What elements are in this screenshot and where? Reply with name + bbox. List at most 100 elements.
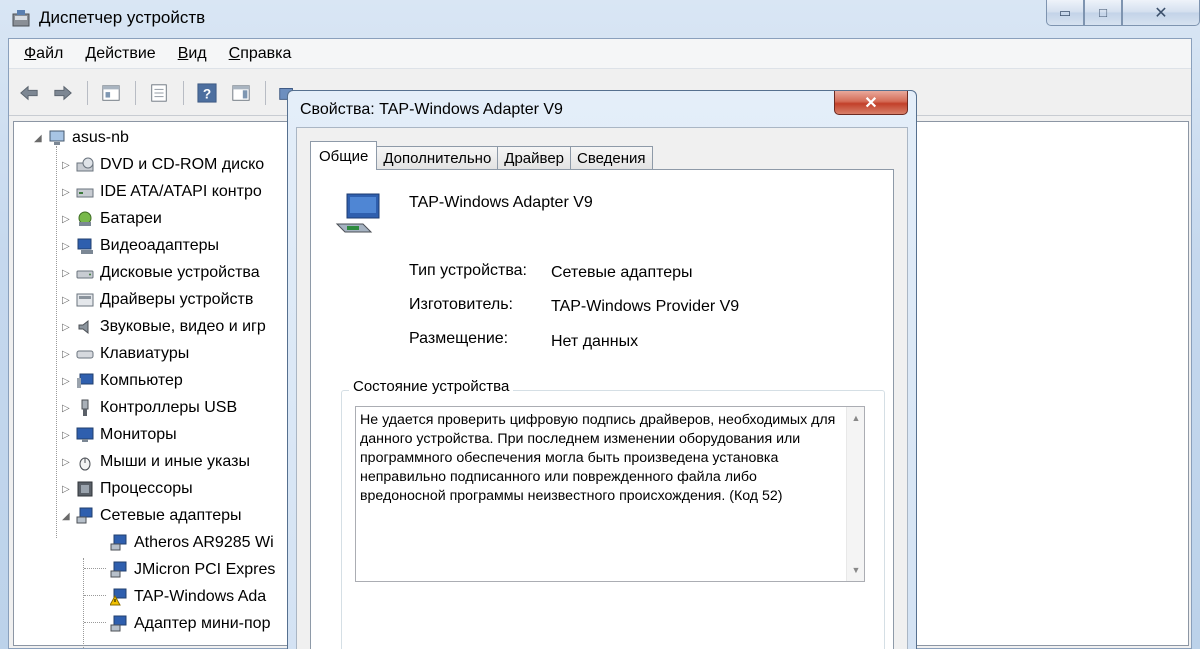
tree-guide-line: [84, 622, 106, 623]
monitor-icon: [76, 427, 94, 442]
computer-icon: [49, 130, 65, 145]
toolbar-separator: [135, 81, 136, 105]
tree-item-label: Видеоадаптеры: [100, 237, 219, 254]
device-type-value: Сетевые адаптеры: [551, 264, 693, 281]
network-adapter-icon: [110, 561, 127, 578]
tree-child-miniport[interactable]: Адаптер мини-пор: [110, 612, 270, 636]
tree-item-label: Клавиатуры: [100, 345, 190, 362]
menu-file[interactable]: Файл: [24, 45, 63, 63]
tree-item-keyboard[interactable]: ▷ Клавиатуры: [62, 342, 189, 366]
toolbar-separator: [87, 81, 88, 105]
tree-item-label: Звуковые, видео и игр: [100, 318, 266, 335]
device-manager-icon: [12, 10, 30, 27]
tree-child-jmicron[interactable]: JMicron PCI Expres: [110, 558, 275, 582]
help-icon[interactable]: ?: [195, 82, 219, 104]
dialog-body: Общие Дополнительно Драйвер Сведения TAP…: [296, 127, 908, 649]
collapse-icon[interactable]: ◢: [62, 511, 76, 522]
scroll-up-icon[interactable]: ▲: [847, 409, 865, 427]
window-title: Диспетчер устройств: [39, 8, 206, 27]
expand-icon[interactable]: ▷: [62, 268, 76, 279]
scroll-down-icon[interactable]: ▼: [847, 561, 865, 579]
toolbar-separator: [183, 81, 184, 105]
tree-item-monitors[interactable]: ▷ Мониторы: [62, 423, 177, 447]
expand-icon[interactable]: ▷: [62, 322, 76, 333]
back-icon[interactable]: [17, 82, 41, 104]
tree-item-label: Контроллеры USB: [100, 399, 238, 416]
expand-icon[interactable]: ▷: [62, 484, 76, 495]
expand-icon[interactable]: ▷: [62, 187, 76, 198]
tree-item-label: Дисковые устройства: [100, 264, 260, 281]
expand-icon[interactable]: ▷: [62, 214, 76, 225]
menu-bar: Файл Действие Вид Справка: [9, 39, 1191, 69]
expand-icon[interactable]: ▷: [62, 241, 76, 252]
tree-child-label: JMicron PCI Expres: [134, 561, 276, 578]
expand-icon[interactable]: ▷: [62, 403, 76, 414]
tab-advanced[interactable]: Дополнительно: [376, 146, 499, 170]
expand-icon[interactable]: ▷: [62, 160, 76, 171]
tree-child-label: TAP-Windows Ada: [134, 588, 267, 605]
tree-item-video[interactable]: ▷ Видеоадаптеры: [62, 234, 219, 258]
maximize-button[interactable]: □: [1084, 0, 1122, 26]
tree-item-label: Сетевые адаптеры: [100, 507, 242, 524]
device-status-text: Не удается проверить цифровую подпись др…: [360, 412, 836, 504]
show-hide-tree-icon[interactable]: [99, 82, 123, 104]
tree-item-dvd[interactable]: ▷ DVD и CD-ROM диско: [62, 153, 264, 177]
tree-item-label: Процессоры: [100, 480, 193, 497]
tree-child-atheros[interactable]: Atheros AR9285 Wi: [110, 531, 274, 555]
tree-item-processors[interactable]: ▷ Процессоры: [62, 477, 193, 501]
expand-icon[interactable]: ▷: [62, 457, 76, 468]
network-adapter-icon: [335, 193, 380, 233]
close-button[interactable]: ✕: [1122, 0, 1200, 26]
expand-icon[interactable]: ▷: [62, 295, 76, 306]
device-name: TAP-Windows Adapter V9: [409, 194, 593, 211]
tab-driver[interactable]: Драйвер: [497, 146, 572, 170]
collapse-icon[interactable]: ◢: [34, 133, 48, 144]
tree-item-battery[interactable]: ▷ Батареи: [62, 207, 162, 231]
tree-item-label: Батареи: [100, 210, 162, 227]
forward-icon[interactable]: [51, 82, 75, 104]
tree-item-usb[interactable]: ▷ Контроллеры USB: [62, 396, 237, 420]
location-label: Размещение:: [409, 330, 509, 347]
tree-item-disk[interactable]: ▷ Дисковые устройства: [62, 261, 260, 285]
ide-controller-icon: [76, 188, 94, 198]
manufacturer-label: Изготовитель:: [409, 296, 513, 313]
title-bar[interactable]: Диспетчер устройств ▭ □ ✕: [0, 0, 1200, 38]
mouse-icon: [79, 457, 91, 471]
tree-child-tap[interactable]: TAP-Windows Ada: [110, 585, 266, 609]
tree-item-sound[interactable]: ▷ Звуковые, видео и игр: [62, 315, 266, 339]
usb-icon: [81, 399, 89, 416]
menu-help[interactable]: Справка: [229, 45, 292, 63]
network-adapter-icon: [76, 507, 93, 524]
close-icon: ✕: [864, 94, 878, 112]
dialog-close-button[interactable]: ✕: [834, 91, 908, 115]
tab-details[interactable]: Сведения: [570, 146, 653, 170]
menu-action[interactable]: Действие: [85, 45, 155, 63]
device-status-label: Состояние устройства: [349, 378, 514, 395]
tree-item-label: Мыши и иные указы: [100, 453, 250, 470]
network-adapter-icon: [110, 534, 127, 551]
tree-item-label: Компьютер: [100, 372, 183, 389]
tree-item-ide[interactable]: ▷ IDE ATA/ATAPI контро: [62, 180, 262, 204]
action-pane-icon[interactable]: [229, 82, 253, 104]
tree-item-computer[interactable]: ▷ Компьютер: [62, 369, 183, 393]
expand-icon[interactable]: ▷: [62, 349, 76, 360]
close-icon: ✕: [1154, 4, 1168, 22]
properties-dialog: Свойства: TAP-Windows Adapter V9 ✕ Общие…: [287, 90, 917, 649]
menu-view[interactable]: Вид: [178, 45, 207, 63]
tree-item-label: IDE ATA/ATAPI контро: [100, 183, 262, 200]
tree-item-drivers[interactable]: ▷ Драйверы устройств: [62, 288, 253, 312]
tab-strip: Общие Дополнительно Драйвер Сведения: [310, 141, 653, 170]
disk-drive-icon: [76, 270, 94, 279]
expand-icon[interactable]: ▷: [62, 430, 76, 441]
device-status-textbox[interactable]: Не удается проверить цифровую подпись др…: [355, 406, 865, 582]
vertical-scrollbar[interactable]: ▲ ▼: [846, 407, 864, 581]
tree-root[interactable]: ◢ asus-nb: [34, 126, 129, 150]
tree-item-network[interactable]: ◢ Сетевые адаптеры: [62, 504, 242, 528]
tree-item-mice[interactable]: ▷ Мыши и иные указы: [62, 450, 250, 474]
properties-icon[interactable]: [147, 82, 171, 104]
expand-icon[interactable]: ▷: [62, 376, 76, 387]
tree-item-label: Драйверы устройств: [100, 291, 254, 308]
tree-child-label: Atheros AR9285 Wi: [134, 534, 274, 551]
minimize-button[interactable]: ▭: [1046, 0, 1084, 26]
tab-general[interactable]: Общие: [310, 141, 378, 170]
